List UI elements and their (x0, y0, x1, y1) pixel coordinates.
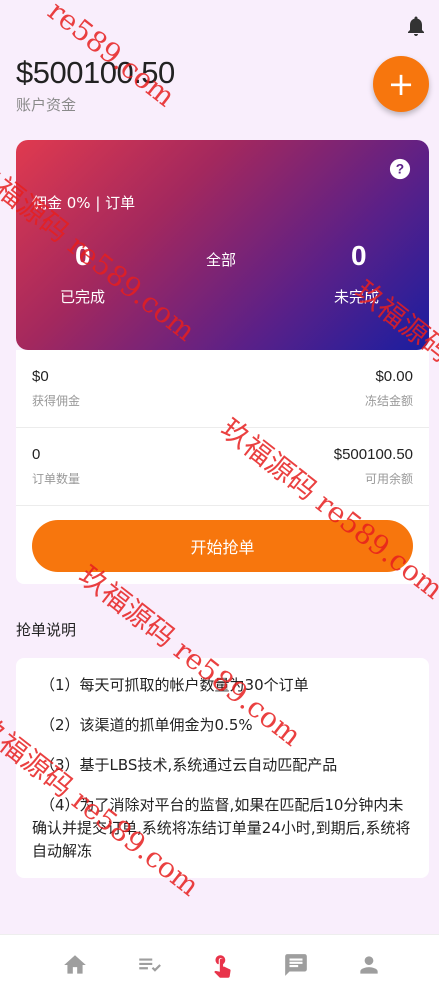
commission-text: 佣金 0% | 订单 (32, 194, 136, 212)
rule-item: （1）每天可抓取的帐户数量为30个订单 (40, 676, 309, 694)
account-balance-label: 账户资金 (16, 96, 77, 114)
completed-count: 0 (75, 240, 91, 271)
rule-item: （4）为了消除对平台的监督,如果在匹配后10分钟内未确认并提交订单,系统将冻结订… (32, 796, 411, 860)
order-summary-card: ? 佣金 0% | 订单 0 已完成 全部 0 未完成 (16, 140, 429, 350)
profile-icon[interactable] (356, 952, 382, 978)
frozen-amount-label: 冻结金额 (364, 394, 413, 408)
help-icon[interactable]: ? (389, 158, 411, 180)
svg-text:?: ? (396, 162, 404, 177)
account-balance: $500100.50 (16, 55, 175, 90)
order-list-icon[interactable] (136, 952, 162, 978)
start-grab-order-button[interactable]: 开始抢单 (32, 520, 413, 572)
stats-row-commission: $0 获得佣金 $0.00 冻结金额 (16, 350, 429, 428)
rules-card: （1）每天可抓取的帐户数量为30个订单 （2）该渠道的抓单佣金为0.5% （3）… (16, 658, 429, 878)
order-count-value: 0 (32, 446, 41, 463)
stats-panel: $0 获得佣金 $0.00 冻结金额 0 订单数量 $500100.50 可用余… (16, 350, 429, 584)
message-icon[interactable] (283, 952, 309, 978)
grab-order-icon[interactable] (209, 952, 235, 978)
earned-commission-value: $0 (32, 368, 49, 385)
all-orders-label[interactable]: 全部 (206, 249, 236, 270)
home-icon[interactable] (62, 952, 88, 978)
stats-row-orders: 0 订单数量 $500100.50 可用余额 (16, 428, 429, 506)
bottom-tab-bar (0, 934, 439, 992)
rule-item: （3）基于LBS技术,系统通过云自动匹配产品 (40, 756, 338, 774)
frozen-amount-value: $0.00 (375, 368, 413, 385)
completed-label[interactable]: 已完成 (60, 286, 105, 307)
add-button[interactable]: + (373, 56, 429, 112)
bell-icon[interactable] (404, 14, 428, 38)
earned-commission-label: 获得佣金 (32, 394, 81, 408)
incomplete-count: 0 (351, 240, 367, 271)
available-balance-value: $500100.50 (333, 446, 413, 463)
order-count-label: 订单数量 (32, 472, 81, 486)
available-balance-label: 可用余额 (364, 472, 413, 486)
rule-item: （2）该渠道的抓单佣金为0.5% (40, 716, 253, 734)
incomplete-label[interactable]: 未完成 (334, 286, 379, 307)
rules-title: 抢单说明 (16, 621, 77, 639)
